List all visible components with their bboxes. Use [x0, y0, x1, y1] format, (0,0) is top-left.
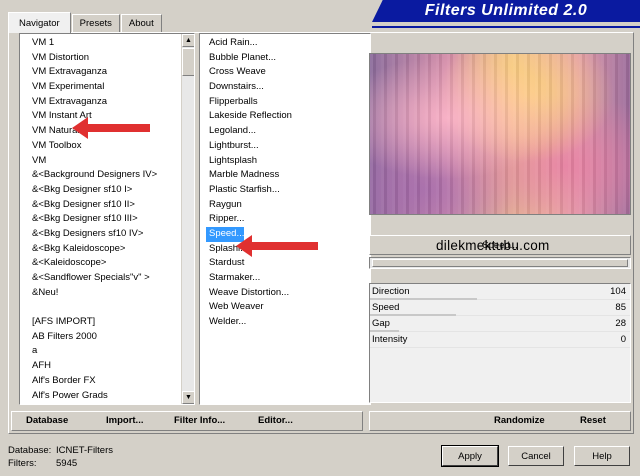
- filter-item[interactable]: Flipperballs: [206, 95, 370, 110]
- filter-item[interactable]: Legoland...: [206, 124, 370, 139]
- filter-item[interactable]: Stardust: [206, 256, 370, 271]
- filter-item[interactable]: Weave Distortion...: [206, 286, 370, 301]
- parameter-name: Gap: [372, 318, 390, 329]
- watermark-text: dilekmektubu.com: [436, 238, 550, 253]
- category-item[interactable]: [29, 300, 194, 315]
- right-button-bar: Randomize Reset: [369, 411, 631, 431]
- parameter-value: 0: [620, 334, 626, 345]
- reset-button[interactable]: Reset: [580, 415, 606, 426]
- filter-item[interactable]: Starmaker...: [206, 271, 370, 286]
- filter-item[interactable]: Welder...: [206, 315, 370, 330]
- scrollbar-thumb[interactable]: [182, 48, 194, 76]
- tab-about[interactable]: About: [120, 14, 162, 32]
- category-scrollbar[interactable]: ▲ ▼: [181, 34, 194, 404]
- filter-item[interactable]: Bubble Planet...: [206, 51, 370, 66]
- category-item[interactable]: &<Bkg Designer sf10 III>: [29, 212, 194, 227]
- category-item[interactable]: VM Extravaganza: [29, 95, 194, 110]
- category-list[interactable]: VM 1 VM Distortion VM Extravaganza VM Exper…: [19, 33, 195, 405]
- parameter-value: 85: [615, 302, 626, 313]
- editor-button[interactable]: Editor...: [258, 415, 293, 426]
- app-title-banner: Filters Unlimited 2.0: [372, 0, 640, 22]
- status-area: Database: ICNET-Filters Filters: 5945: [8, 444, 113, 470]
- filter-item[interactable]: Marble Madness: [206, 168, 370, 183]
- filter-preview-image: [369, 53, 631, 215]
- parameter-row[interactable]: Direction 104: [370, 284, 630, 300]
- cancel-button[interactable]: Cancel: [508, 446, 564, 466]
- filter-item[interactable]: Acid Rain...: [206, 36, 370, 51]
- category-item[interactable]: a: [29, 344, 194, 359]
- randomize-button[interactable]: Randomize: [494, 415, 545, 426]
- parameter-row[interactable]: Gap 28: [370, 316, 630, 332]
- category-item[interactable]: AFH: [29, 359, 194, 374]
- category-item[interactable]: &<Bkg Designer sf10 II>: [29, 198, 194, 213]
- help-button[interactable]: Help: [574, 446, 630, 466]
- parameter-value: 104: [610, 286, 626, 297]
- annotation-arrow-icon: [72, 117, 150, 139]
- preview-scrollbar-thumb[interactable]: [372, 259, 628, 267]
- filter-item[interactable]: Downstairs...: [206, 80, 370, 95]
- scroll-up-arrow-icon[interactable]: ▲: [182, 34, 194, 47]
- category-item[interactable]: &<Bkg Kaleidoscope>: [29, 242, 194, 257]
- apply-button[interactable]: Apply: [441, 445, 499, 467]
- filters-count-value: 5945: [56, 458, 78, 469]
- category-item[interactable]: &<Bkg Designer sf10 I>: [29, 183, 194, 198]
- database-value: ICNET-Filters: [56, 445, 113, 456]
- category-item[interactable]: VM: [29, 154, 194, 169]
- tab-navigator[interactable]: Navigator: [8, 12, 71, 33]
- filter-list[interactable]: Acid Rain... Bubble Planet... Cross Weave D…: [199, 33, 371, 405]
- category-item[interactable]: VM 1: [29, 36, 194, 51]
- filter-item[interactable]: Lightburst...: [206, 139, 370, 154]
- app-title: Filters Unlimited 2.0: [424, 2, 588, 19]
- import-button[interactable]: Import...: [106, 415, 143, 426]
- category-item[interactable]: [AFS IMPORT]: [29, 315, 194, 330]
- database-label: Database:: [8, 445, 52, 456]
- parameter-name: Intensity: [372, 334, 408, 345]
- category-item[interactable]: &<Background Designers IV>: [29, 168, 194, 183]
- category-item[interactable]: AB Filters 2000: [29, 330, 194, 345]
- navigator-panel: VM 1 VM Distortion VM Extravaganza VM Exper…: [8, 32, 634, 434]
- filters-count-label: Filters:: [8, 458, 37, 469]
- filter-info-button[interactable]: Filter Info...: [174, 415, 225, 426]
- tab-presets[interactable]: Presets: [71, 14, 120, 32]
- filter-item[interactable]: Cross Weave: [206, 65, 370, 80]
- filter-item[interactable]: Lightsplash: [206, 154, 370, 169]
- category-item[interactable]: &Neu!: [29, 286, 194, 301]
- database-button[interactable]: Database: [26, 415, 68, 426]
- parameter-name: Speed: [372, 302, 400, 313]
- left-button-bar: Database Import... Filter Info... Editor…: [11, 411, 363, 431]
- category-item[interactable]: &<Sandflower Specials"v" >: [29, 271, 194, 286]
- parameter-list: Direction 104 Speed 85 Gap 28 Intensity 0: [369, 283, 631, 403]
- filter-item[interactable]: Lakeside Reflection: [206, 109, 370, 124]
- category-items: VM 1 VM Distortion VM Extravaganza VM Exper…: [20, 34, 194, 403]
- filter-item[interactable]: Plastic Starfish...: [206, 183, 370, 198]
- filter-items: Acid Rain... Bubble Planet... Cross Weave D…: [200, 34, 370, 330]
- parameter-row[interactable]: Speed 85: [370, 300, 630, 316]
- category-item[interactable]: &<Bkg Designers sf10 IV>: [29, 227, 194, 242]
- category-item[interactable]: Alf's Border FX: [29, 374, 194, 389]
- parameter-row[interactable]: Intensity 0: [370, 332, 630, 348]
- filter-item[interactable]: Web Weaver: [206, 300, 370, 315]
- parameter-name: Direction: [372, 286, 410, 297]
- category-item[interactable]: Alf's Power Grads: [29, 389, 194, 404]
- category-item[interactable]: VM Experimental: [29, 80, 194, 95]
- title-underline: [372, 26, 640, 28]
- preview-scrollbar[interactable]: [369, 257, 631, 269]
- filter-item[interactable]: Raygun: [206, 198, 370, 213]
- category-item[interactable]: VM Distortion: [29, 51, 194, 66]
- category-item[interactable]: VM Extravaganza: [29, 65, 194, 80]
- tab-strip: Navigator Presets About: [8, 12, 163, 33]
- parameter-value: 28: [615, 318, 626, 329]
- filter-item[interactable]: Ripper...: [206, 212, 370, 227]
- annotation-arrow-icon: [236, 235, 318, 257]
- category-item[interactable]: &<Kaleidoscope>: [29, 256, 194, 271]
- category-item[interactable]: VM Toolbox: [29, 139, 194, 154]
- scroll-down-arrow-icon[interactable]: ▼: [182, 391, 194, 404]
